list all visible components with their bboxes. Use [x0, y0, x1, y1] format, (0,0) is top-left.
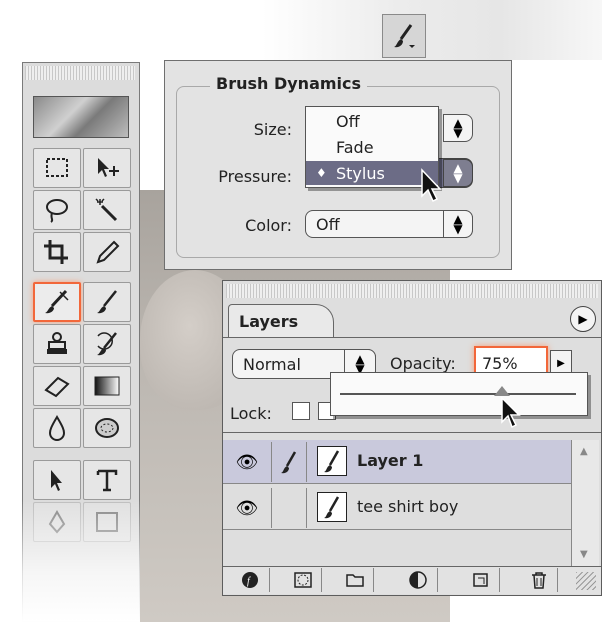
mouse-cursor-icon [421, 168, 442, 203]
eraser-icon [44, 376, 70, 398]
dodge-icon [95, 418, 119, 438]
palette-menu-button[interactable]: ▶ [570, 306, 596, 332]
layers-list-divider [223, 432, 601, 433]
color-label: Color: [245, 216, 292, 235]
add-mask-button[interactable] [284, 568, 322, 592]
scroll-up-icon[interactable]: ▲ [580, 446, 588, 457]
scroll-down-icon[interactable]: ▼ [580, 549, 588, 560]
delete-layer-button[interactable] [520, 568, 558, 592]
brush-icon[interactable] [271, 442, 307, 482]
brush-dynamics-button[interactable] [382, 14, 426, 58]
blur-icon [48, 415, 66, 441]
path-select-icon [51, 470, 62, 491]
eye-icon[interactable]: 👁 [227, 488, 267, 528]
magic-wand-tool[interactable] [83, 190, 131, 230]
type-tool[interactable] [83, 460, 131, 500]
blend-mode-value: Normal [243, 354, 301, 374]
layer-thumbnail [317, 492, 347, 522]
gradient-icon [94, 376, 120, 396]
options-bar [262, 0, 602, 60]
new-set-icon [345, 574, 364, 587]
play-arrow-icon: ▶ [557, 357, 565, 369]
blur-tool[interactable] [33, 408, 81, 448]
mouse-cursor-icon [501, 396, 521, 429]
link-cell[interactable] [271, 488, 307, 528]
eye-icon[interactable]: 👁 [227, 442, 267, 482]
history-brush-icon [97, 332, 117, 356]
eyedropper-tool[interactable] [83, 232, 131, 272]
menu-item-stylus[interactable]: ♦ Stylus [306, 161, 438, 185]
clone-stamp-tool[interactable] [33, 324, 81, 364]
color-select-arrows[interactable]: ▲ ▼ [443, 210, 473, 238]
size-popup-menu: Off Fade ♦ Stylus [305, 106, 439, 188]
type-icon [96, 469, 118, 492]
airbrush-tool[interactable] [33, 282, 81, 322]
gradient-tool[interactable] [83, 366, 131, 406]
crop-icon [44, 240, 68, 264]
magic-wand-icon [95, 198, 118, 222]
marquee-tool[interactable] [33, 148, 81, 188]
marquee-icon [46, 158, 68, 177]
layer-style-icon: f [241, 572, 258, 588]
menu-item-fade[interactable]: Fade [306, 135, 438, 159]
chevron-down-icon: ▼ [453, 171, 463, 185]
layer-thumbnail [317, 446, 347, 476]
airbrush-icon [45, 289, 69, 314]
tab-layers[interactable]: Layers [228, 304, 334, 338]
adjustment-layer-button[interactable] [400, 568, 438, 592]
stamp-icon [47, 332, 67, 354]
menu-item-off[interactable]: Off [306, 109, 438, 133]
layer-name: Layer 1 [357, 451, 424, 470]
lasso-tool[interactable] [33, 190, 81, 230]
play-arrow-icon: ▶ [578, 312, 588, 326]
toolbox-title-bar[interactable] [25, 66, 135, 80]
tab-divider [223, 337, 601, 338]
opacity-label: Opacity: [390, 354, 456, 373]
lock-transparency-checkbox[interactable] [292, 402, 310, 420]
new-layer-button[interactable] [462, 568, 500, 592]
paintbrush-tool[interactable] [83, 282, 131, 322]
selected-marker: ♦ [316, 166, 327, 180]
chevron-down-icon: ▼ [453, 126, 463, 140]
dodge-tool[interactable] [83, 408, 131, 448]
toolbox-logo[interactable] [33, 96, 129, 138]
layer-row[interactable]: 👁 tee shirt boy [223, 486, 571, 530]
brush-icon [394, 24, 415, 48]
new-layer-icon [472, 573, 488, 587]
layers-scrollbar[interactable]: ▲ ▼ [571, 440, 599, 566]
move-tool[interactable] [83, 148, 131, 188]
layer-name: tee shirt boy [357, 497, 459, 516]
opacity-slider-thumb[interactable] [494, 386, 510, 396]
brush-dynamics-title: Brush Dynamics [210, 74, 368, 93]
path-selection-tool[interactable] [33, 460, 81, 500]
new-set-button[interactable] [336, 568, 374, 592]
color-select-value: Off [316, 214, 340, 234]
menu-item-stylus-label: Stylus [336, 163, 385, 183]
chevron-down-icon: ▼ [453, 222, 463, 236]
resize-grip-icon[interactable] [576, 572, 596, 590]
layers-title-bar[interactable] [226, 284, 598, 298]
layer-row[interactable]: 👁 Layer 1 [223, 440, 571, 484]
lock-label: Lock: [230, 404, 272, 423]
trash-icon [531, 572, 546, 589]
pressure-label: Pressure: [218, 167, 292, 186]
size-select-arrows[interactable]: ▲ ▼ [443, 114, 473, 142]
move-icon [98, 158, 119, 177]
eyedropper-icon [96, 240, 120, 264]
paintbrush-icon [97, 290, 117, 314]
opacity-slider-track[interactable] [340, 393, 576, 395]
lasso-icon [46, 199, 68, 223]
eraser-tool[interactable] [33, 366, 81, 406]
toolbox-fade [22, 500, 140, 622]
history-brush-tool[interactable] [83, 324, 131, 364]
adjustment-layer-icon [408, 571, 427, 589]
crop-tool[interactable] [33, 232, 81, 272]
layer-style-button[interactable]: f [232, 568, 270, 592]
mask-icon [293, 572, 312, 588]
size-label: Size: [253, 120, 292, 139]
